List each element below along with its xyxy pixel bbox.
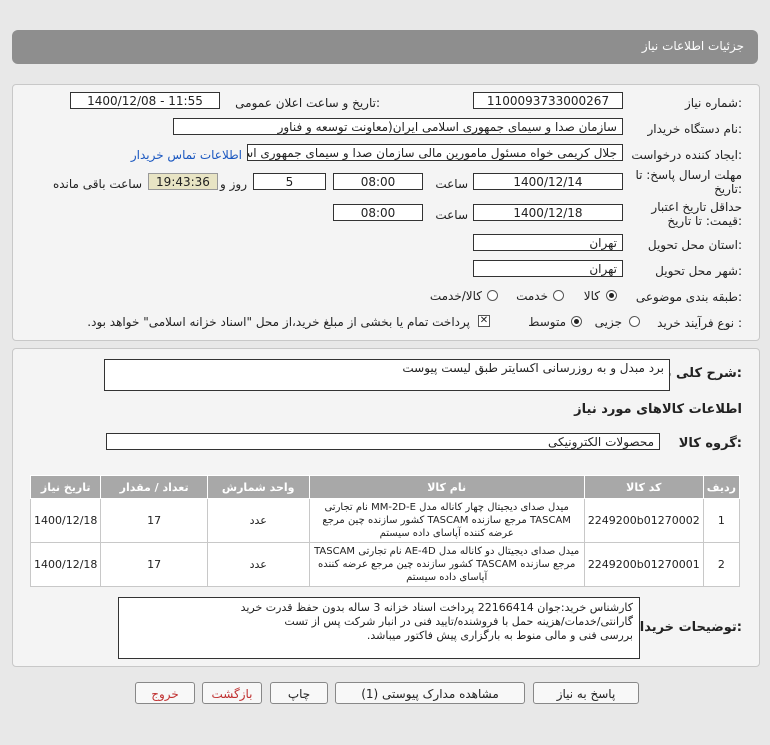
col-unit: واحد شمارش xyxy=(206,475,310,499)
buyer-contact-link[interactable]: اطلاعات تماس خریدار xyxy=(131,148,242,162)
requester-label: ایجاد کننده درخواست: xyxy=(631,148,742,162)
goods-info-title: اطلاعات کالاهای مورد نیاز xyxy=(574,402,742,417)
category-radio-service[interactable] xyxy=(553,290,564,301)
summary-field[interactable]: برد مبدل و به روزرسانی اکسایتر طبق لیست … xyxy=(104,359,670,391)
category-radio-both[interactable] xyxy=(487,290,498,301)
category-both-label: کالا/خدمت xyxy=(429,289,482,303)
col-row: ردیف xyxy=(702,475,741,499)
process-label: نوع فرآیند خرید : xyxy=(657,316,742,330)
cell-name: میدل صدای دیجیتال دو کاناله مدل AE-4D نا… xyxy=(308,542,585,587)
category-label: طبقه بندی موضوعی: xyxy=(635,290,742,304)
deadline-time-field[interactable]: 08:00 xyxy=(333,173,423,190)
col-qty: تعداد / مقدار xyxy=(100,475,208,499)
col-name: نام کالا xyxy=(308,475,585,499)
province-label: استان محل تحویل: xyxy=(647,238,742,252)
province-field[interactable]: تهران xyxy=(473,234,623,251)
cell-date: 1400/12/18 xyxy=(29,542,102,587)
reply-button[interactable]: پاسخ به نیاز xyxy=(533,682,639,704)
buyer-notes-line: بررسی فنی و مالی منوط به بارگزاری پیش فا… xyxy=(366,629,633,642)
validity-label-2: قیمت: تا تاریخ: xyxy=(667,214,742,228)
print-button[interactable]: چاپ xyxy=(270,682,328,704)
days-field[interactable]: 5 xyxy=(253,173,326,190)
days-label: روز و xyxy=(220,177,247,191)
validity-time-label: ساعت xyxy=(435,208,468,222)
process-minor-label: جزیی xyxy=(594,315,622,329)
col-date: تاریخ نیاز xyxy=(29,475,102,499)
process-radio-medium[interactable] xyxy=(571,316,582,327)
table-row[interactable]: 2 2249200b01270001 میدل صدای دیجیتال دو … xyxy=(29,542,741,587)
announce-field[interactable]: 1400/12/08 - 11:55 xyxy=(70,92,220,109)
deadline-label-1: مهلت ارسال پاسخ: تا xyxy=(635,168,742,182)
need-number-label: شماره نیاز: xyxy=(684,96,742,110)
col-code: کد کالا xyxy=(583,475,704,499)
buyer-notes-line: کارشناس خرید:جوان 22166414 پرداخت اسناد … xyxy=(240,601,633,614)
validity-date-field[interactable]: 1400/12/18 xyxy=(473,204,623,221)
validity-label-1: حداقل تاریخ اعتبار xyxy=(651,200,742,214)
requester-field[interactable]: جلال کریمی خواه مسئول مامورین مالی سازما… xyxy=(247,144,623,161)
buyer-org-label: نام دستگاه خریدار: xyxy=(647,122,743,136)
process-medium-label: متوسط xyxy=(528,315,566,329)
cell-row: 1 xyxy=(702,498,741,543)
back-button[interactable]: بازگشت xyxy=(202,682,262,704)
table-header-row: ردیف کد کالا نام کالا واحد شمارش تعداد /… xyxy=(29,475,741,499)
announce-label: تاریخ و ساعت اعلان عمومی: xyxy=(235,96,380,110)
cell-date: 1400/12/18 xyxy=(29,498,102,543)
page-title: جزئیات اطلاعات نیاز xyxy=(641,39,744,53)
table-row[interactable]: 1 2249200b01270002 میدل صدای دیجیتال چها… xyxy=(29,498,741,543)
deadline-time-label: ساعت xyxy=(435,177,468,191)
cell-name: میدل صدای دیجیتال چهار کاناله مدل MM-2D-… xyxy=(308,498,585,543)
buyer-notes-box: کارشناس خرید:جوان 22166414 پرداخت اسناد … xyxy=(118,597,640,659)
remaining-label: ساعت باقی مانده xyxy=(52,177,142,191)
attachments-button[interactable]: مشاهده مدارک پیوستی (1) xyxy=(335,682,525,704)
goods-group-field[interactable]: محصولات الکترونیکی xyxy=(106,433,660,450)
exit-button[interactable]: خروج xyxy=(135,682,195,704)
category-service-label: خدمت xyxy=(516,289,548,303)
cell-unit: عدد xyxy=(206,498,310,543)
cell-unit: عدد xyxy=(206,542,310,587)
treasury-payment-checkbox[interactable]: ✕ xyxy=(478,315,490,327)
treasury-payment-note: پرداخت تمام یا بخشی از مبلغ خرید،از محل … xyxy=(87,315,470,329)
cell-qty: 17 xyxy=(100,498,208,543)
deadline-date-field[interactable]: 1400/12/14 xyxy=(473,173,623,190)
cell-qty: 17 xyxy=(100,542,208,587)
cell-code: 2249200b01270002 xyxy=(583,498,704,543)
validity-time-field[interactable]: 08:00 xyxy=(333,204,423,221)
goods-group-label: گروه کالا: xyxy=(678,436,742,451)
goods-table: ردیف کد کالا نام کالا واحد شمارش تعداد /… xyxy=(29,475,741,587)
buyer-notes-label: توضیحات خریدار: xyxy=(632,620,742,635)
need-number-field[interactable]: 1100093733000267 xyxy=(473,92,623,109)
category-radio-goods[interactable] xyxy=(606,290,617,301)
city-label: شهر محل تحویل: xyxy=(655,264,742,278)
deadline-label-2: تاریخ: xyxy=(714,182,742,196)
buyer-org-field[interactable]: سازمان صدا و سیمای جمهوری اسلامی ایران(م… xyxy=(173,118,623,135)
category-goods-label: کالا xyxy=(583,289,600,303)
page-header: جزئیات اطلاعات نیاز xyxy=(12,30,758,64)
city-field[interactable]: تهران xyxy=(473,260,623,277)
process-radio-minor[interactable] xyxy=(629,316,640,327)
cell-code: 2249200b01270001 xyxy=(583,542,704,587)
buyer-notes-line: گارانتی/خدمات/هزینه حمل با فروشنده/تایید… xyxy=(284,615,633,628)
cell-row: 2 xyxy=(702,542,741,587)
remaining-time-field: 19:43:36 xyxy=(148,173,218,190)
